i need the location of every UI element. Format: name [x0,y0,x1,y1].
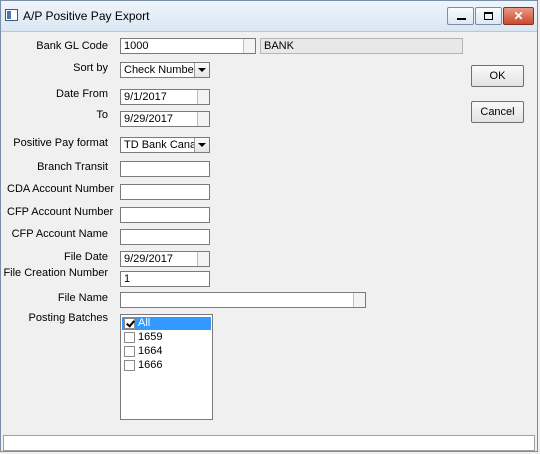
file-date-label: File Date [63,251,108,263]
cfp-account-number-label: CFP Account Number [7,206,114,218]
window-title: A/P Positive Pay Export [23,9,150,23]
bank-gl-code-value: 1000 [124,40,149,52]
positive-pay-format-select[interactable]: TD Bank Canac [120,137,210,153]
file-date-field[interactable]: 9/29/2017 [120,251,210,267]
date-from-value: 9/1/2017 [124,91,167,103]
posting-batches-list[interactable]: All 1659 1664 1666 [120,314,213,420]
posting-batch-item-1664[interactable]: 1664 [122,345,211,358]
cfp-account-number-field[interactable] [120,207,210,223]
minimize-button[interactable] [447,7,474,25]
title-bar[interactable]: A/P Positive Pay Export ✕ [1,1,537,32]
posting-batch-item-1659[interactable]: 1659 [122,331,211,344]
date-to-value: 9/29/2017 [124,113,173,125]
date-to-label: To [96,109,108,121]
posting-batch-label: 1666 [138,359,163,371]
ok-button[interactable]: OK [471,65,524,87]
checkbox-checked-icon[interactable] [124,318,135,329]
app-icon [5,9,18,21]
posting-batch-label: 1659 [138,331,163,343]
close-button[interactable]: ✕ [503,7,534,25]
posting-batch-item-1666[interactable]: 1666 [122,359,211,372]
date-from-field[interactable]: 9/1/2017 [120,89,210,105]
sort-by-select[interactable]: Check Number [120,62,210,78]
checkbox-icon[interactable] [124,360,135,371]
posting-batch-item-all[interactable]: All [122,317,211,330]
chevron-down-icon[interactable] [194,138,209,152]
sort-by-value: Check Number [124,64,198,76]
branch-transit-field[interactable] [120,161,210,177]
checkbox-icon[interactable] [124,332,135,343]
file-creation-number-label: File Creation Number [3,267,108,279]
positive-pay-format-value: TD Bank Canac [124,139,202,151]
bank-gl-code-label: Bank GL Code [36,40,108,52]
bank-description-field: BANK [260,38,463,54]
minimize-icon [457,18,466,20]
date-to-picker-button[interactable] [197,112,209,126]
maximize-button[interactable] [475,7,502,25]
posting-batches-label: Posting Batches [28,312,109,324]
posting-batch-label: 1664 [138,345,163,357]
close-icon: ✕ [513,9,524,23]
file-name-label: File Name [57,292,108,304]
cancel-button[interactable]: Cancel [471,101,524,123]
positive-pay-export-window: A/P Positive Pay Export ✕ Bank GL Code 1… [0,0,538,452]
cda-account-number-field[interactable] [120,184,210,200]
maximize-icon [484,12,493,20]
positive-pay-format-label: Positive Pay format [13,137,108,149]
bank-gl-code-field[interactable]: 1000 [120,38,256,54]
status-bar [3,435,535,451]
posting-batch-label: All [138,317,151,329]
checkbox-icon[interactable] [124,346,135,357]
date-from-picker-button[interactable] [197,90,209,104]
cfp-account-name-label: CFP Account Name [11,228,108,240]
date-from-label: Date From [56,88,108,100]
cda-account-number-label: CDA Account Number [7,183,114,195]
file-date-value: 9/29/2017 [124,253,173,265]
file-name-browse-button[interactable] [353,293,365,307]
cfp-account-name-field[interactable] [120,229,210,245]
file-date-picker-button[interactable] [197,252,209,266]
date-to-field[interactable]: 9/29/2017 [120,111,210,127]
branch-transit-label: Branch Transit [37,161,108,173]
file-creation-number-field[interactable]: 1 [120,271,210,287]
file-name-field[interactable] [120,292,366,308]
chevron-down-icon[interactable] [194,63,209,77]
sort-by-label: Sort by [73,62,108,74]
bank-gl-lookup-button[interactable] [243,39,255,53]
